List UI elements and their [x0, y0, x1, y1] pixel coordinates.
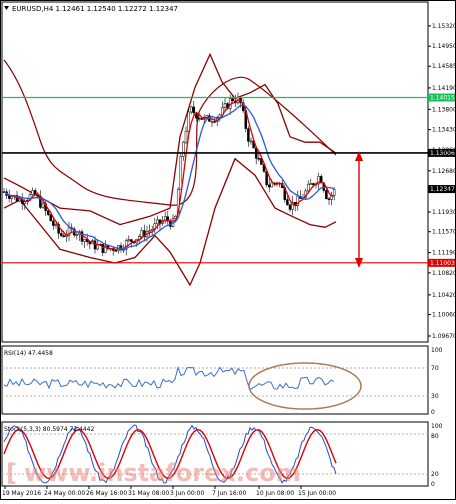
price-axis-label: 1.15320 — [432, 23, 456, 30]
stoch-axis-0: 0 — [431, 481, 435, 488]
date-axis-label: 19 May 2016 — [2, 490, 41, 497]
rsi-axis-70: 70 — [431, 365, 439, 372]
date-axis-label: 31 May 08:00 — [128, 490, 169, 497]
price-axis-label: 1.11930 — [432, 209, 456, 216]
rsi-axis-0: 0 — [431, 409, 435, 416]
stoch-axis-100: 100 — [431, 423, 443, 430]
price-axis-label: 1.13430 — [432, 127, 456, 134]
resistance-green-label: 1.14015 — [430, 95, 455, 102]
rsi-axis-100: 100 — [431, 347, 443, 354]
symbol-info: EURUSD,H4 1.12461 1.12540 1.12272 1.1234… — [12, 5, 178, 13]
price-axis-label: 1.10420 — [432, 292, 456, 299]
price-axis-label: 1.10820 — [432, 270, 456, 277]
price-axis-label: 1.10060 — [432, 312, 456, 319]
date-axis-label: 26 May 16:00 — [86, 490, 127, 497]
price-axis-label: 1.11570 — [432, 229, 456, 236]
chart-frame — [0, 0, 456, 500]
rsi-axis-30: 30 — [431, 393, 439, 400]
price-axis-label: 1.12680 — [432, 168, 456, 175]
stoch-axis-80: 80 — [431, 433, 439, 440]
price-axis-label: 1.14950 — [432, 43, 456, 50]
price-axis-label: 1.11190 — [432, 250, 456, 257]
stoch-label: Stoch(5,3,3) 80.5974 72.4442 — [4, 426, 95, 433]
rsi-label: RSI(14) 47.4458 — [4, 350, 53, 357]
price-axis-label: 1.09670 — [432, 333, 456, 340]
price-axis-label: 1.14190 — [432, 85, 456, 92]
watermark-text: www.instaforex.com — [24, 459, 301, 487]
watermark-bracket-icon: [ — [6, 459, 17, 487]
date-axis-label: 24 May 00:00 — [44, 490, 85, 497]
price-axis-label: 1.12310 — [432, 188, 456, 195]
price-axis-label: 1.13060 — [432, 147, 456, 154]
stoch-axis-20: 20 — [431, 471, 439, 478]
price-axis-label: 1.13800 — [432, 106, 456, 113]
date-axis-label: 7 Jun 16:00 — [212, 490, 246, 497]
date-axis-label: 15 Jun 00:00 — [298, 490, 336, 497]
price-axis-label: 1.14585 — [432, 63, 456, 70]
support-red-label: 1.11003 — [430, 260, 455, 267]
trading-chart[interactable]: 1.140151.130061.123471.11003 EURUSD,H4 1… — [0, 0, 456, 500]
date-axis-label: 10 Jun 08:00 — [256, 490, 294, 497]
date-axis-label: 3 Jun 00:00 — [170, 490, 204, 497]
